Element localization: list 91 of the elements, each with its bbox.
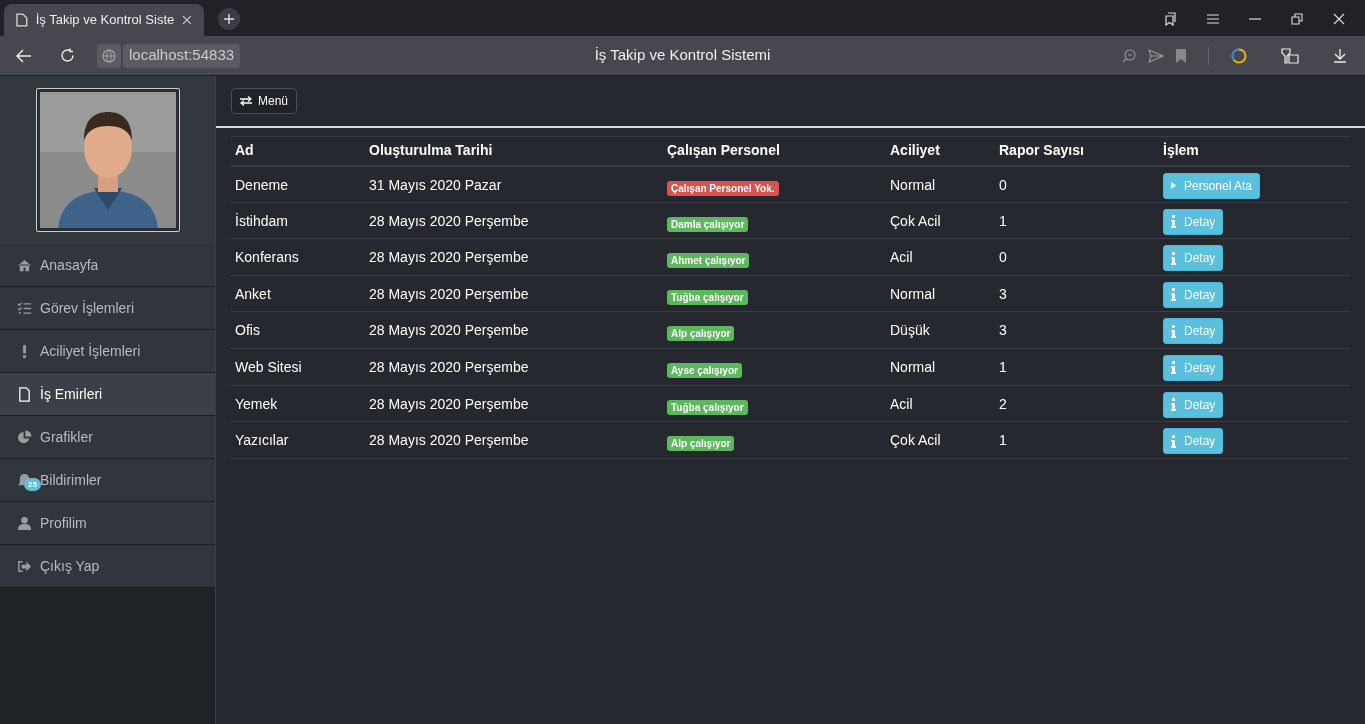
table-cell: İstihdam (235, 212, 288, 229)
table-cell: 0 (999, 176, 1007, 193)
sidebar-item[interactable]: 25 Bildirimler (0, 459, 215, 502)
info-icon (1171, 361, 1176, 375)
info-icon (1171, 215, 1176, 229)
table-cell: Ofis (235, 322, 260, 339)
column-header: Ad (231, 136, 365, 166)
bookmark-icon[interactable] (1176, 48, 1186, 63)
table-cell: Çok Acil (890, 212, 941, 229)
restore-icon[interactable] (1291, 12, 1303, 25)
column-header: Aciliyet (886, 136, 995, 166)
status-badge: Ahmet çalışıyor (667, 253, 750, 269)
checklist-icon (17, 300, 32, 316)
column-header: Oluşturulma Tarihi (365, 136, 663, 166)
table-cell: 28 Mayıs 2020 Perşembe (369, 249, 529, 266)
collections-icon[interactable] (1163, 11, 1177, 26)
close-icon[interactable] (1333, 12, 1345, 25)
sidebar-item[interactable]: Anasayfa (0, 244, 215, 287)
sidebar-item[interactable]: Grafikler (0, 416, 215, 459)
plus-icon (224, 14, 234, 24)
table-cell: 3 (999, 322, 1007, 339)
reload-icon[interactable] (60, 48, 75, 63)
zoom-out-icon[interactable] (1122, 48, 1136, 63)
sidebar-item[interactable]: Profilim (0, 502, 215, 545)
table-cell: 31 Mayıs 2020 Pazar (369, 176, 502, 193)
minimize-icon[interactable] (1249, 17, 1261, 20)
table-cell: 28 Mayıs 2020 Perşembe (369, 322, 529, 339)
table-cell: Acil (890, 395, 913, 412)
info-icon (1171, 434, 1176, 448)
status-badge: Tuğba çalışıyor (667, 399, 748, 415)
table-cell: Anket (235, 285, 271, 302)
sidebar-item[interactable]: Çıkış Yap (0, 545, 215, 588)
globe-icon (102, 48, 116, 63)
document-icon (17, 386, 32, 402)
table-cell: 0 (999, 249, 1007, 266)
back-icon[interactable] (16, 48, 32, 63)
table-cell: 28 Mayıs 2020 Perşembe (369, 212, 529, 229)
send-icon[interactable] (1148, 48, 1164, 63)
swap-icon (240, 96, 252, 106)
sidebar-item[interactable]: Aciliyet İşlemleri (0, 330, 215, 373)
status-badge: Alp çalışıyor (667, 326, 735, 342)
status-badge: Çalışan Personel Yok. (667, 180, 779, 196)
notification-badge: 25 (24, 478, 41, 491)
sidebar-item[interactable]: Görev İşlemleri (0, 287, 215, 330)
site-info-button[interactable] (97, 43, 121, 68)
info-icon (1171, 251, 1176, 265)
extension-icon[interactable] (1231, 47, 1247, 64)
table-cell: Normal (890, 285, 936, 302)
download-icon[interactable] (1333, 48, 1347, 63)
table-cell: Deneme (235, 176, 288, 193)
table-cell: Web Sitesi (235, 358, 302, 375)
table-cell: 1 (999, 212, 1007, 229)
table-cell: 28 Mayıs 2020 Perşembe (369, 358, 529, 375)
table-cell: Yemek (235, 395, 278, 412)
menu-icon[interactable] (1207, 13, 1219, 24)
home-icon (17, 257, 32, 273)
table-cell: 1 (999, 358, 1007, 375)
column-header: Rapor Sayısı (995, 136, 1159, 166)
page-title: İş Takip ve Kontrol Sistemi (594, 45, 771, 66)
user-icon (17, 515, 32, 531)
column-header: Çalışan Personel (663, 136, 886, 166)
close-icon[interactable] (182, 15, 192, 25)
table-cell: 28 Mayıs 2020 Perşembe (369, 395, 529, 412)
info-icon (1171, 324, 1176, 338)
table-cell: Normal (890, 176, 936, 193)
sign-out-icon (17, 558, 32, 574)
address-bar[interactable]: localhost:54833 (123, 43, 241, 68)
page-icon (16, 13, 28, 27)
table-cell: Konferans (235, 249, 299, 266)
menu-button[interactable]: Menü (231, 88, 298, 114)
status-badge: Tuğba çalışıyor (667, 289, 748, 305)
table-cell: 1 (999, 432, 1007, 449)
table-cell: 28 Mayıs 2020 Perşembe (369, 432, 529, 449)
column-header: İşlem (1159, 136, 1350, 166)
sidebar-item[interactable]: İş Emirleri (0, 373, 215, 416)
new-tab-button[interactable] (218, 8, 240, 30)
table-cell: Çok Acil (890, 432, 941, 449)
table-cell: Yazıcılar (235, 432, 289, 449)
table-cell: 2 (999, 395, 1007, 412)
table-cell: 28 Mayıs 2020 Perşembe (369, 285, 529, 302)
caret-icon (1171, 182, 1176, 189)
info-icon (1171, 398, 1176, 412)
pie-chart-icon (17, 429, 32, 445)
table-cell: Düşük (890, 322, 930, 339)
status-badge: Alp çalışıyor (667, 436, 735, 452)
table-cell: Acil (890, 249, 913, 266)
info-icon (1171, 288, 1176, 302)
status-badge: Damla çalışıyor (667, 216, 749, 232)
status-badge: Ayse çalışıyor (667, 362, 742, 378)
table-cell: Normal (890, 358, 936, 375)
table-cell: 3 (999, 285, 1007, 302)
